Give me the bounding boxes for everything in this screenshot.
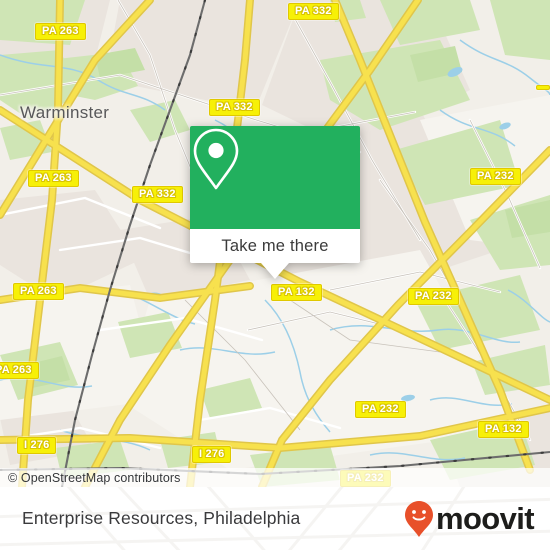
road-shield[interactable]: PA 132 (478, 421, 529, 438)
road-shield[interactable]: PA 332 (209, 99, 260, 116)
moovit-wordmark: moovit (435, 501, 535, 536)
road-shield[interactable]: PA 263 (35, 23, 86, 40)
attribution-text: © OpenStreetMap contributors (8, 470, 181, 485)
map-attribution: © OpenStreetMap contributors (0, 468, 550, 487)
road-shield[interactable]: PA 263 (13, 283, 64, 300)
road-shield[interactable]: PA 132 (271, 284, 322, 301)
road-shield[interactable]: PA 332 (288, 3, 339, 20)
popup-cta-button[interactable]: Take me there (190, 229, 360, 263)
road-shield[interactable] (536, 85, 550, 90)
map-canvas[interactable]: Warminster PA 332 PA 263 PA 332 PA 232 P… (0, 0, 550, 487)
road-shield[interactable]: PA 232 (408, 288, 459, 305)
popup-header (190, 126, 360, 229)
moovit-logo[interactable]: moovit (404, 487, 535, 550)
road-shield[interactable]: PA 263 (0, 362, 39, 379)
location-title-text: Enterprise Resources, Philadelphia (22, 508, 301, 528)
road-shield[interactable]: PA 232 (355, 401, 406, 418)
location-title: Enterprise Resources, Philadelphia (22, 487, 300, 550)
screenshot-root: Warminster PA 332 PA 263 PA 332 PA 232 P… (0, 0, 550, 550)
popup-pointer (261, 263, 289, 279)
road-shield[interactable]: I 276 (17, 437, 57, 454)
road-shield[interactable]: PA 332 (132, 186, 183, 203)
map-pin-icon (193, 128, 239, 190)
location-popup-card[interactable]: Take me there (190, 126, 360, 279)
footer-bar: Enterprise Resources, Philadelphia moovi… (0, 487, 550, 550)
road-shield[interactable]: I 276 (192, 446, 232, 463)
moovit-smiley-pin-icon (404, 500, 433, 537)
road-shield[interactable]: PA 263 (28, 170, 79, 187)
place-label-warminster: Warminster (20, 103, 110, 122)
road-shield[interactable]: PA 232 (470, 168, 521, 185)
popup-cta-label: Take me there (221, 236, 329, 255)
